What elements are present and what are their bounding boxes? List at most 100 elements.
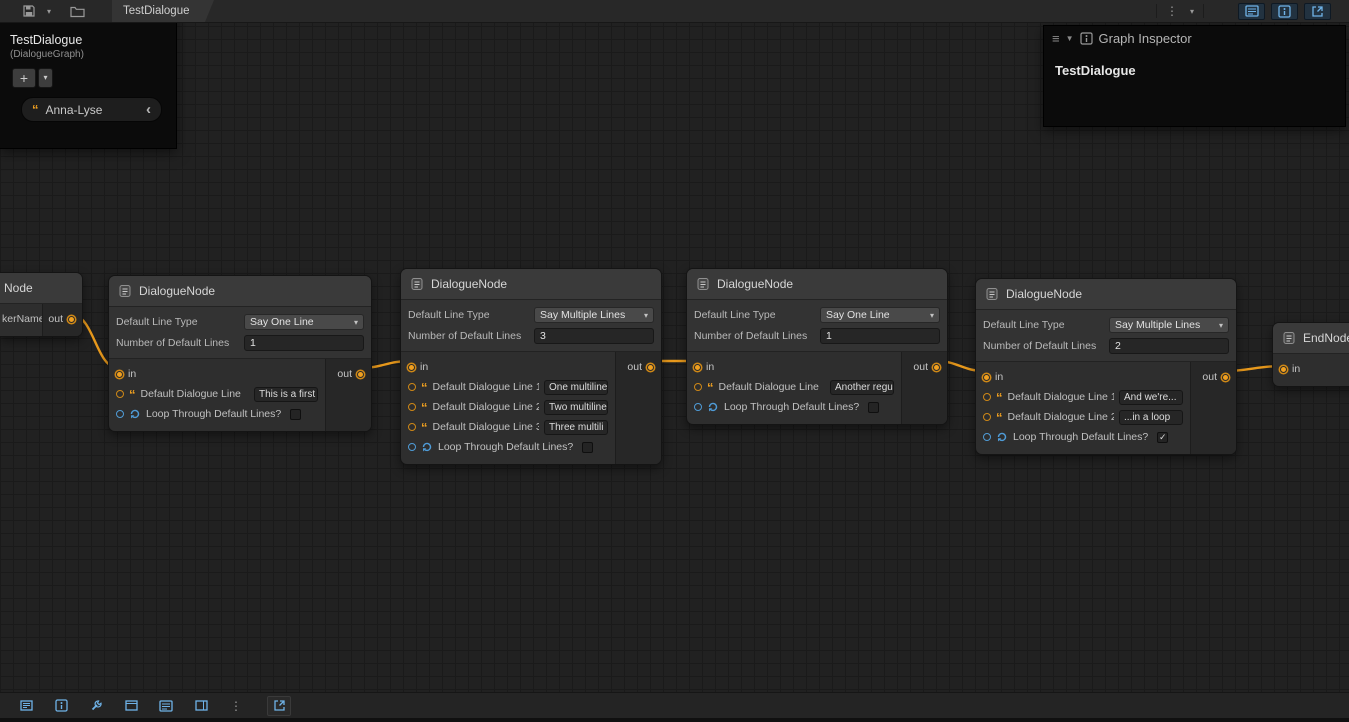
loop-label: Loop Through Default Lines?	[438, 441, 573, 453]
more-options-dropdown[interactable]: ▾	[1187, 5, 1197, 18]
save-button[interactable]	[19, 2, 39, 20]
more-options-button[interactable]: ⋮	[224, 696, 248, 716]
node-title-bar[interactable]: Node	[0, 273, 82, 304]
dialogue-line-field[interactable]: Three multili	[544, 420, 608, 435]
loop-checkbox[interactable]	[582, 442, 593, 453]
preferences-button[interactable]	[84, 696, 108, 716]
dropdown-arrow-icon: ▾	[43, 74, 47, 82]
dialogue-line-field[interactable]: Another regu	[830, 380, 894, 395]
add-variable-dropdown[interactable]: ▾	[38, 68, 53, 88]
port-row: out	[909, 358, 940, 376]
in-port[interactable]	[408, 364, 415, 371]
out-port[interactable]	[933, 364, 940, 371]
blackboard-variable-row[interactable]: “ Anna-Lyse ‹	[21, 97, 162, 122]
node-title-bar[interactable]: DialogueNode	[687, 269, 947, 300]
start-node-partial[interactable]: Node kerName out	[0, 272, 83, 337]
line-type-dropdown[interactable]: Say Multiple Lines ▾	[534, 307, 654, 323]
loop-checkbox[interactable]: ✓	[1157, 432, 1168, 443]
folder-icon	[70, 5, 85, 18]
dialogue-node-3[interactable]: DialogueNode Default Line Type Say One L…	[686, 268, 948, 425]
field-value: 3	[540, 330, 546, 342]
property-label: Default Line Type	[983, 319, 1109, 331]
port-row: “ Default Dialogue Line 1 One multiline	[401, 378, 615, 396]
dialogue-node-2[interactable]: DialogueNode Default Line Type Say Multi…	[400, 268, 662, 465]
field-value: 1	[826, 330, 832, 342]
string-port[interactable]	[408, 383, 416, 391]
line-type-dropdown[interactable]: Say One Line ▾	[820, 307, 940, 323]
number-of-lines-field[interactable]: 1	[244, 335, 364, 351]
dialogue-node-1[interactable]: DialogueNode Default Line Type Say One L…	[108, 275, 372, 432]
line-label: Default Dialogue Line 2	[433, 401, 540, 413]
drag-handle-icon[interactable]: ≡	[1052, 31, 1060, 46]
save-options-dropdown[interactable]: ▾	[44, 5, 54, 18]
toggle-inspector-button[interactable]	[1271, 3, 1298, 20]
out-port[interactable]	[1222, 374, 1229, 381]
node-title-bar[interactable]: DialogueNode	[976, 279, 1236, 310]
dialogue-line-field[interactable]: ...in a loop	[1119, 410, 1183, 425]
property-row: Number of Default Lines 1	[116, 334, 364, 352]
more-icon: ⋮	[1166, 5, 1178, 17]
string-port[interactable]	[983, 413, 991, 421]
node-title-bar[interactable]: DialogueNode	[109, 276, 371, 307]
tab-title: TestDialogue	[123, 5, 189, 17]
string-port[interactable]	[408, 403, 416, 411]
blackboard-toggle-button[interactable]	[154, 696, 178, 716]
out-port[interactable]	[357, 371, 364, 378]
console-panel-button[interactable]	[14, 696, 38, 716]
string-port[interactable]	[116, 390, 124, 398]
dialogue-line-field[interactable]: One multiline	[544, 380, 608, 395]
string-port[interactable]	[408, 423, 416, 431]
dialogue-line-field[interactable]: This is a first	[254, 387, 318, 402]
loop-checkbox[interactable]	[290, 409, 301, 420]
line-type-dropdown[interactable]: Say Multiple Lines ▾	[1109, 317, 1229, 333]
dialogue-line-field[interactable]: Two multiline	[544, 400, 608, 415]
bool-port[interactable]	[116, 410, 124, 418]
collapse-chevron-icon[interactable]: ‹	[146, 102, 151, 117]
field-value: 2	[1115, 340, 1121, 352]
number-of-lines-field[interactable]: 1	[820, 328, 940, 344]
add-variable-button[interactable]: +	[12, 68, 36, 88]
open-in-window-button[interactable]	[1304, 3, 1331, 20]
side-panel-toggle-button[interactable]	[189, 696, 213, 716]
out-port[interactable]	[647, 364, 654, 371]
port-row: kerName	[0, 310, 42, 328]
line-type-dropdown[interactable]: Say One Line ▾	[244, 314, 364, 330]
open-external-button[interactable]	[267, 696, 291, 716]
graph-inspector-header[interactable]: ≡ ▼ Graph Inspector	[1044, 26, 1345, 51]
port-row: out	[50, 310, 75, 328]
string-port[interactable]	[694, 383, 702, 391]
property-row: Default Line Type Say One Line ▾	[116, 313, 364, 331]
bool-port[interactable]	[983, 433, 991, 441]
minimap-toggle-button[interactable]	[119, 696, 143, 716]
out-port[interactable]	[68, 316, 75, 323]
port-row: in	[401, 358, 615, 376]
dialogue-node-4[interactable]: DialogueNode Default Line Type Say Multi…	[975, 278, 1237, 455]
in-port-label: in	[706, 361, 714, 373]
string-port[interactable]	[983, 393, 991, 401]
more-options-button[interactable]: ⋮	[1163, 3, 1181, 19]
bool-port[interactable]	[694, 403, 702, 411]
in-port[interactable]	[983, 374, 990, 381]
node-properties: Default Line Type Say One Line ▾ Number …	[687, 300, 947, 352]
toggle-blackboard-button[interactable]	[1238, 3, 1265, 20]
in-port[interactable]	[116, 371, 123, 378]
loop-checkbox[interactable]	[868, 402, 879, 413]
bool-port[interactable]	[408, 443, 416, 451]
node-title-bar[interactable]: EndNode	[1273, 323, 1349, 354]
in-port[interactable]	[1280, 366, 1287, 373]
external-link-icon	[273, 699, 286, 712]
loop-label: Loop Through Default Lines?	[1013, 431, 1148, 443]
open-asset-button[interactable]	[67, 3, 88, 20]
collapse-arrow-icon[interactable]: ▼	[1066, 34, 1074, 43]
end-node[interactable]: EndNode in	[1272, 322, 1349, 387]
number-of-lines-field[interactable]: 2	[1109, 338, 1229, 354]
graph-inspector-toggle-button[interactable]	[49, 696, 73, 716]
in-port[interactable]	[694, 364, 701, 371]
line-label: Default Dialogue Line 1	[1008, 391, 1115, 403]
number-of-lines-field[interactable]: 3	[534, 328, 654, 344]
line-value: One multiline	[549, 382, 607, 393]
more-icon: ⋮	[230, 700, 242, 712]
dialogue-line-field[interactable]: And we're...	[1119, 390, 1183, 405]
graph-breadcrumb-tab[interactable]: TestDialogue	[112, 0, 214, 22]
node-title-bar[interactable]: DialogueNode	[401, 269, 661, 300]
